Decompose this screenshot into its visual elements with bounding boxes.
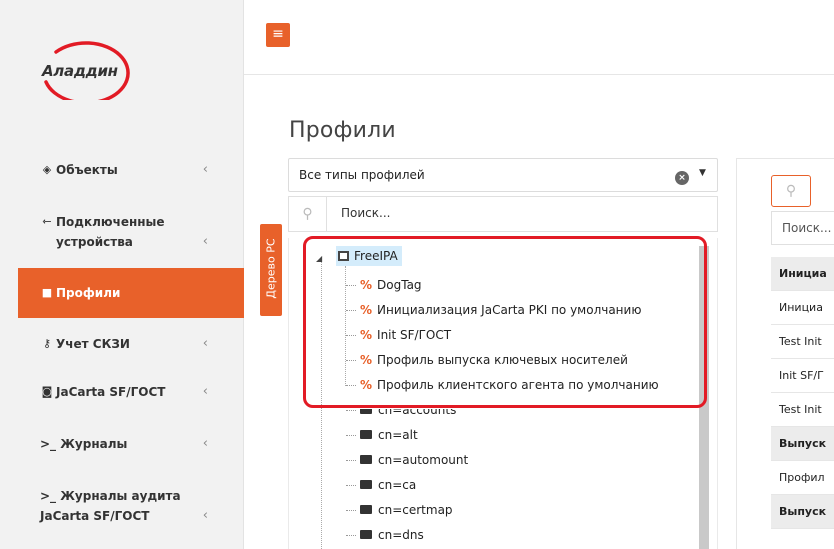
sidebar-item-label: Профили (56, 286, 121, 300)
folder-icon (360, 455, 372, 464)
search-input[interactable]: Поиск... (341, 206, 390, 220)
tree-node-label: cn=alt (378, 428, 418, 442)
tree-connector (346, 485, 356, 486)
table-search-button[interactable]: ⚲ (771, 175, 811, 207)
table-group-row[interactable]: Выпуск (771, 495, 834, 529)
tree-search: ⚲ Поиск... (288, 196, 718, 232)
table-row[interactable]: Init SF/Г (771, 359, 834, 393)
sidebar-item-label: Подключенные устройства (56, 215, 165, 249)
sidebar-item-profiles[interactable]: ■ Профили (18, 268, 244, 318)
tree-tab-label: Дерево РС (264, 238, 278, 299)
table-search-input[interactable]: Поиск... (771, 211, 834, 245)
shield-icon: ◙ (41, 385, 53, 398)
tree-node-label: cn=ca (378, 478, 417, 492)
profiles-table-panel: ⚲ Поиск... Инициа Инициа Test Init Init … (736, 158, 834, 549)
search-icon: ⚲ (302, 206, 313, 222)
chevron-left-icon: ‹ (202, 162, 208, 177)
sidebar-item-logs[interactable]: >_ Журналы ‹ (18, 434, 244, 454)
tree-connector (346, 435, 356, 436)
chevron-left-icon: ‹ (202, 384, 208, 399)
usb-icon: ⇽ (42, 215, 52, 228)
tree-connector (346, 510, 356, 511)
search-button[interactable]: ⚲ (289, 197, 327, 231)
logo-text: Аладдин (42, 62, 118, 80)
folder-icon (360, 480, 372, 489)
sidebar-item-label: Учет СКЗИ (56, 337, 130, 351)
tree-node-container[interactable]: cn=dns (346, 525, 424, 545)
tree-node-label: cn=certmap (378, 503, 453, 517)
search-icon: ⚲ (785, 183, 797, 199)
chevron-left-icon: ‹ (202, 508, 208, 523)
tree-connector (346, 460, 356, 461)
menu-toggle-button[interactable]: ≡ (266, 23, 290, 47)
folder-icon (360, 505, 372, 514)
page-title: Профили (289, 118, 396, 143)
table-group-row[interactable]: Выпуск (771, 427, 834, 461)
tree-connector (346, 535, 356, 536)
table-row[interactable]: Профил (771, 461, 834, 495)
hamburger-icon: ≡ (272, 26, 284, 42)
sidebar-item-jacarta[interactable]: ◙ JaCarta SF/ГОСТ ‹ (18, 382, 244, 402)
folder-icon: ■ (41, 286, 53, 299)
tree-node-label: cn=dns (378, 528, 424, 542)
caret-down-icon[interactable]: ▼ (699, 168, 706, 178)
top-bar: ≡ (244, 0, 834, 75)
annotation-highlight (303, 236, 707, 408)
table-row[interactable]: Инициа (771, 291, 834, 325)
key-icon: ⚷ (42, 337, 52, 350)
table-row[interactable]: Test Init (771, 393, 834, 427)
sidebar-item-label: >_ Журналы аудита JaCarta SF/ГОСТ (40, 489, 181, 523)
table-row[interactable]: Test Init (771, 325, 834, 359)
diamond-icon: ◈ (42, 163, 52, 176)
sidebar-item-label: >_ Журналы (40, 437, 128, 451)
profile-type-value: Все типы профилей (299, 168, 425, 182)
tree-node-container[interactable]: cn=automount (346, 450, 468, 470)
sidebar-item-devices[interactable]: ⇽ Подключенные устройства ‹ (18, 212, 244, 252)
tree-tab[interactable]: Дерево РС (260, 224, 282, 316)
table-group-row[interactable]: Инициа (771, 257, 834, 291)
chevron-left-icon: ‹ (202, 336, 208, 351)
aladdin-logo[interactable]: Аладдин (36, 40, 136, 100)
sidebar: Аладдин ◈ Объекты ‹ ⇽ Подключенные устро… (0, 0, 244, 549)
sidebar-item-label: Объекты (56, 163, 118, 177)
chevron-left-icon: ‹ (202, 234, 208, 249)
tree-node-label: cn=automount (378, 453, 469, 467)
folder-icon (360, 530, 372, 539)
profile-type-select[interactable]: Все типы профилей × ▼ (288, 158, 718, 192)
tree-node-container[interactable]: cn=certmap (346, 500, 453, 520)
sidebar-item-label: JaCarta SF/ГОСТ (56, 385, 166, 399)
tree-connector (346, 410, 356, 411)
clear-selection-icon[interactable]: × (675, 171, 689, 185)
tree-node-container[interactable]: cn=ca (346, 475, 416, 495)
tree-node-container[interactable]: cn=alt (346, 425, 418, 445)
chevron-left-icon: ‹ (202, 436, 208, 451)
sidebar-item-skzi[interactable]: ⚷ Учет СКЗИ ‹ (18, 334, 244, 354)
sidebar-item-audit-logs[interactable]: >_ Журналы аудита JaCarta SF/ГОСТ ‹ (18, 486, 244, 526)
sidebar-item-objects[interactable]: ◈ Объекты ‹ (18, 160, 244, 180)
folder-icon (360, 430, 372, 439)
